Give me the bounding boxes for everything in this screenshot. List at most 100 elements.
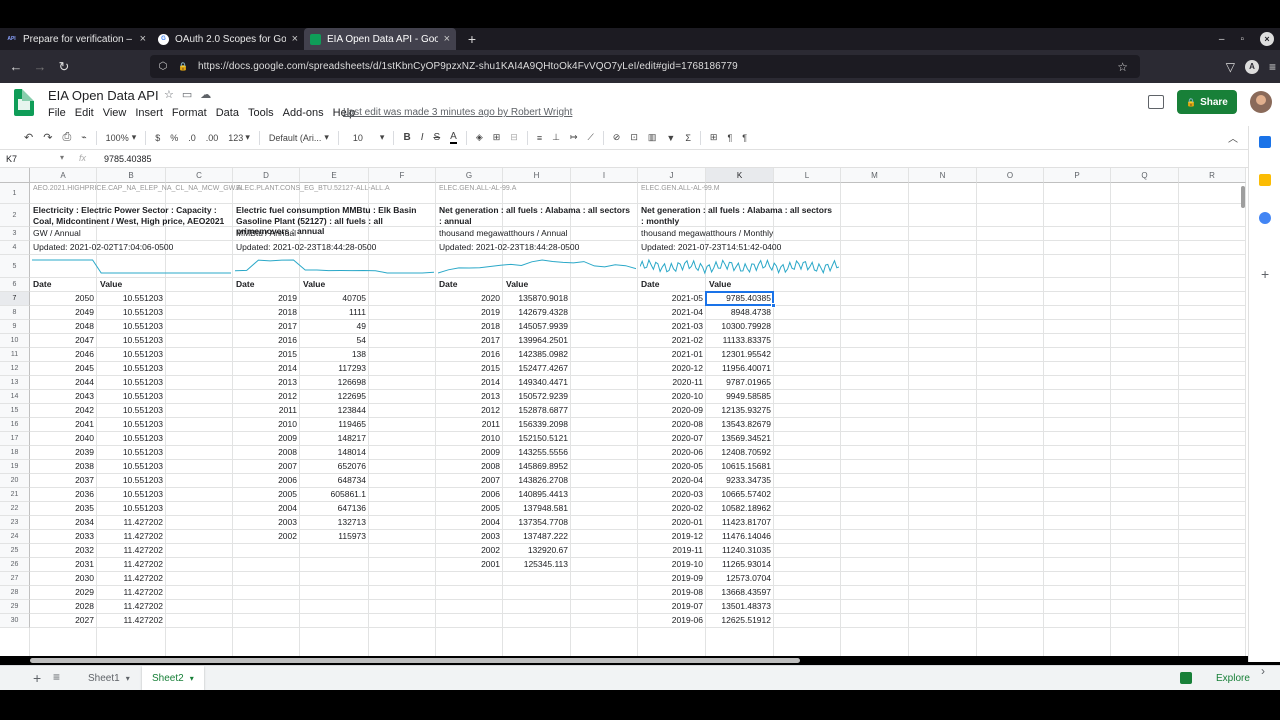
date-cell[interactable]: 2016 xyxy=(233,334,300,347)
new-tab-button[interactable]: + xyxy=(464,31,480,47)
value-cell[interactable]: 11.427202 xyxy=(97,544,166,557)
units-cell[interactable]: thousand megawatthours / Monthly xyxy=(638,227,776,240)
date-cell[interactable]: 2041 xyxy=(30,418,97,431)
value-header-cell[interactable]: Value xyxy=(300,278,328,291)
value-cell[interactable]: 13569.34521 xyxy=(706,432,774,445)
date-cell[interactable]: 2019-08 xyxy=(638,586,706,599)
date-cell[interactable]: 2010 xyxy=(436,432,503,445)
date-cell[interactable]: 2005 xyxy=(233,488,300,501)
date-cell[interactable]: 2020-11 xyxy=(638,376,706,389)
row-header-15[interactable]: 15 xyxy=(0,404,30,418)
date-cell[interactable]: 2020-06 xyxy=(638,446,706,459)
column-header-d[interactable]: D xyxy=(233,168,300,183)
percent-button[interactable]: % xyxy=(170,133,178,143)
value-cell[interactable]: 8948.4738 xyxy=(706,306,774,319)
date-cell[interactable]: 2012 xyxy=(436,404,503,417)
forward-arrow-icon[interactable]: → xyxy=(28,59,52,74)
value-cell[interactable]: 13501.48373 xyxy=(706,600,774,613)
value-cell[interactable]: 10.551203 xyxy=(97,474,166,487)
value-cell[interactable]: 156339.2098 xyxy=(503,418,571,431)
font-select[interactable]: Default (Ari... xyxy=(269,133,322,143)
minimize-icon[interactable]: – xyxy=(1219,34,1225,45)
bold-button[interactable]: B xyxy=(403,132,410,143)
vertical-align-icon[interactable]: ⊥ xyxy=(552,132,560,143)
date-cell[interactable]: 2009 xyxy=(436,446,503,459)
date-cell[interactable]: 2027 xyxy=(30,614,97,627)
more-formats-button[interactable]: 123 xyxy=(228,133,243,143)
date-cell[interactable]: 2007 xyxy=(233,460,300,473)
chevron-down-icon[interactable]: ▾ xyxy=(245,132,250,143)
value-cell[interactable]: 10300.79928 xyxy=(706,320,774,333)
menu-format[interactable]: Format xyxy=(172,107,207,119)
row-header-4[interactable]: 4 xyxy=(0,241,30,255)
value-cell[interactable]: 10.551203 xyxy=(97,348,166,361)
value-cell[interactable]: 148217 xyxy=(300,432,369,445)
menu-view[interactable]: View xyxy=(103,107,127,119)
column-header-k[interactable]: K xyxy=(706,168,774,183)
functions-icon[interactable]: Σ xyxy=(685,133,691,143)
expand-side-panel-icon[interactable]: › xyxy=(1261,664,1265,678)
value-cell[interactable]: 10.551203 xyxy=(97,334,166,347)
date-cell[interactable]: 2019-11 xyxy=(638,544,706,557)
date-cell[interactable]: 2029 xyxy=(30,586,97,599)
value-cell[interactable]: 132713 xyxy=(300,516,369,529)
date-cell[interactable]: 2003 xyxy=(233,516,300,529)
date-cell[interactable]: 2021-03 xyxy=(638,320,706,333)
date-cell[interactable]: 2017 xyxy=(233,320,300,333)
date-cell[interactable]: 2010 xyxy=(233,418,300,431)
column-header-a[interactable]: A xyxy=(30,168,97,183)
shield-icon[interactable]: ⬡ xyxy=(156,61,170,72)
value-cell[interactable]: 10.551203 xyxy=(97,502,166,515)
select-all-corner[interactable] xyxy=(0,168,30,183)
date-cell[interactable]: 2038 xyxy=(30,460,97,473)
date-cell[interactable]: 2020-12 xyxy=(638,362,706,375)
collapse-menus-icon[interactable]: ︿ xyxy=(1228,130,1238,145)
value-cell[interactable]: 11.427202 xyxy=(97,586,166,599)
date-cell[interactable]: 2018 xyxy=(436,320,503,333)
filter-icon[interactable]: ▼ xyxy=(666,133,675,143)
value-cell[interactable]: 145057.9939 xyxy=(503,320,571,333)
date-cell[interactable]: 2017 xyxy=(436,334,503,347)
value-cell[interactable]: 149340.4471 xyxy=(503,376,571,389)
value-cell[interactable]: 145869.8952 xyxy=(503,460,571,473)
italic-button[interactable]: I xyxy=(421,132,424,143)
date-cell[interactable]: 2020-09 xyxy=(638,404,706,417)
value-cell[interactable]: 11.427202 xyxy=(97,572,166,585)
insert-link-icon[interactable]: ⊘ xyxy=(613,132,621,143)
column-header-o[interactable]: O xyxy=(977,168,1044,183)
name-box[interactable]: K7 xyxy=(6,154,17,164)
chevron-down-icon[interactable]: ▾ xyxy=(380,132,385,143)
value-cell[interactable]: 9787.01965 xyxy=(706,376,774,389)
row-header-27[interactable]: 27 xyxy=(0,572,30,586)
column-header-i[interactable]: I xyxy=(571,168,638,183)
date-cell[interactable]: 2036 xyxy=(30,488,97,501)
date-cell[interactable]: 2019-07 xyxy=(638,600,706,613)
date-cell[interactable]: 2035 xyxy=(30,502,97,515)
paint-format-icon[interactable]: ⌁ xyxy=(81,132,86,143)
value-cell[interactable]: 10615.15681 xyxy=(706,460,774,473)
add-on-icon[interactable]: + xyxy=(1261,266,1269,282)
date-cell[interactable]: 2020-07 xyxy=(638,432,706,445)
row-header-10[interactable]: 10 xyxy=(0,334,30,348)
value-cell[interactable]: 11423.81707 xyxy=(706,516,774,529)
value-cell[interactable]: 138 xyxy=(300,348,369,361)
menu-icon[interactable]: ≡ xyxy=(1269,60,1276,74)
insert-chart-icon[interactable]: ▥ xyxy=(648,132,657,143)
units-cell[interactable]: GW / Annual xyxy=(30,227,84,240)
row-header-30[interactable]: 30 xyxy=(0,614,30,628)
date-cell[interactable]: 2033 xyxy=(30,530,97,543)
value-cell[interactable]: 11476.14046 xyxy=(706,530,774,543)
reload-icon[interactable]: ↻ xyxy=(52,59,76,75)
column-header-h[interactable]: H xyxy=(503,168,571,183)
date-cell[interactable]: 2001 xyxy=(436,558,503,571)
row-header-18[interactable]: 18 xyxy=(0,446,30,460)
value-cell[interactable]: 1111 xyxy=(300,306,369,319)
chevron-down-icon[interactable]: ▾ xyxy=(60,153,64,162)
value-cell[interactable]: 10.551203 xyxy=(97,376,166,389)
all-sheets-button[interactable]: ≡ xyxy=(53,670,60,684)
comment-history-icon[interactable] xyxy=(1148,95,1164,109)
close-window-icon[interactable]: × xyxy=(1260,32,1274,46)
value-cell[interactable]: 10.551203 xyxy=(97,432,166,445)
lock-icon[interactable]: 🔒 xyxy=(176,62,190,71)
zoom-select[interactable]: 100% xyxy=(106,133,129,143)
